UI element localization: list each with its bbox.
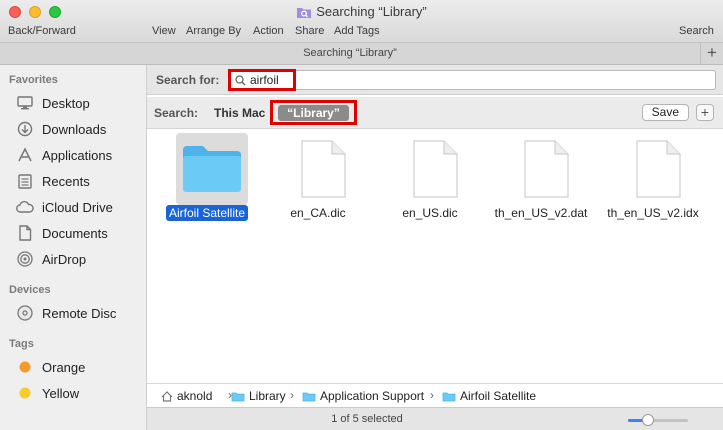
arrange-by-button[interactable]: Arrange By [186,25,241,37]
scope-library-highlight: “Library” [270,100,357,125]
sidebar: Favorites Desktop Downloads Applications… [0,65,147,430]
file-name: Airfoil Satellite [152,205,262,221]
new-tab-button[interactable]: + [700,43,723,65]
document-icon [301,140,346,198]
back-forward-button[interactable]: Back/Forward [8,25,76,37]
folder-icon [442,392,456,401]
tab-searching-library[interactable]: Searching “Library” [0,47,700,59]
tab-bar: Searching “Library” + [0,43,723,65]
path-item-application-support[interactable]: Application Support [302,389,424,403]
sidebar-item-label: Documents [42,225,108,241]
sidebar-item-label: Desktop [42,95,90,111]
sidebar-item-recents[interactable]: Recents [16,171,90,191]
path-item-library[interactable]: Library [231,389,286,403]
path-separator-chevron-icon: › [290,388,294,402]
tags-heading: Tags [9,338,34,350]
search-for-bar: Search for: airfoil [147,65,723,95]
search-folder-icon [297,8,312,18]
sidebar-item-label: Orange [42,359,86,375]
home-icon [161,390,173,402]
tag-color-dot-icon [16,358,34,376]
disc-icon [16,304,34,322]
add-tags-button[interactable]: Add Tags [334,25,380,37]
view-button[interactable]: View [152,25,176,37]
sidebar-item-tag-orange[interactable]: Orange [16,357,85,377]
file-name: th_en_US_v2.idx [607,206,699,220]
selection-count: 1 of 5 selected [331,413,403,425]
sidebar-item-label: iCloud Drive [42,199,113,215]
scope-this-mac[interactable]: This Mac [214,106,265,120]
window-title-text: Searching “Library” [316,4,427,19]
file-thumbnail [510,133,582,205]
folder-icon [231,392,245,401]
icloud-icon [16,198,34,216]
sidebar-item-desktop[interactable]: Desktop [16,93,90,113]
search-scope-bar: Search: This Mac “Library” Save + [147,97,723,129]
file-thumbnail [176,133,248,205]
sidebar-item-label: Downloads [42,121,107,137]
search-scope-label: Search: [154,106,199,120]
document-icon [413,140,458,198]
recents-icon [16,172,34,190]
tag-color-dot-icon [16,384,34,402]
search-query-token[interactable]: airfoil [228,69,296,91]
sidebar-item-documents[interactable]: Documents [16,223,108,243]
folder-icon [183,146,241,192]
airdrop-icon [16,250,34,268]
search-button[interactable]: Search [679,25,714,37]
document-icon [524,140,569,198]
search-input[interactable] [229,70,716,90]
folder-icon [302,392,316,401]
file-grid: Airfoil Satellite en_CA.dic en_US.dic th… [147,129,723,381]
slider-knob[interactable] [642,414,655,426]
search-icon [235,74,246,85]
desktop-icon [16,94,34,112]
add-criteria-button[interactable]: + [696,104,714,121]
window-title: Searching “Library” [0,4,723,19]
file-name: en_CA.dic [290,206,346,220]
favorites-heading: Favorites [9,74,58,86]
icon-size-slider[interactable] [628,414,688,426]
sidebar-item-label: Recents [42,173,90,189]
sidebar-item-label: Remote Disc [42,305,117,321]
sidebar-item-label: Yellow [42,385,80,401]
path-separator-chevron-icon: › [430,388,434,402]
path-bar: aknold › Library › Application Support ›… [147,383,723,407]
sidebar-item-applications[interactable]: Applications [16,145,112,165]
applications-icon [16,146,34,164]
devices-heading: Devices [9,284,51,296]
scope-library[interactable]: “Library” [278,104,349,121]
document-icon [636,140,681,198]
path-item-aknold[interactable]: aknold [161,389,212,403]
save-search-button[interactable]: Save [641,104,689,121]
path-item-airfoil-satellite[interactable]: Airfoil Satellite [442,389,536,403]
search-for-label: Search for: [156,73,220,87]
sidebar-item-icloud-drive[interactable]: iCloud Drive [16,197,113,217]
downloads-icon [16,120,34,138]
sidebar-item-label: AirDrop [42,251,87,267]
sidebar-item-tag-yellow[interactable]: Yellow [16,383,79,403]
title-bar: Searching “Library” Back/Forward View Ar… [0,0,723,43]
status-bar: 1 of 5 selected [147,407,723,430]
sidebar-item-downloads[interactable]: Downloads [16,119,106,139]
documents-icon [16,224,34,242]
file-thumbnail [287,133,359,205]
action-button[interactable]: Action [253,25,284,37]
file-name: th_en_US_v2.dat [494,206,588,220]
file-thumbnail [399,133,471,205]
share-button[interactable]: Share [295,25,324,37]
sidebar-item-remote-disc[interactable]: Remote Disc [16,303,116,323]
file-name: en_US.dic [402,206,458,220]
sidebar-item-label: Applications [42,147,113,163]
search-query-text: airfoil [250,73,279,87]
file-thumbnail [622,133,694,205]
sidebar-item-airdrop[interactable]: AirDrop [16,249,86,269]
